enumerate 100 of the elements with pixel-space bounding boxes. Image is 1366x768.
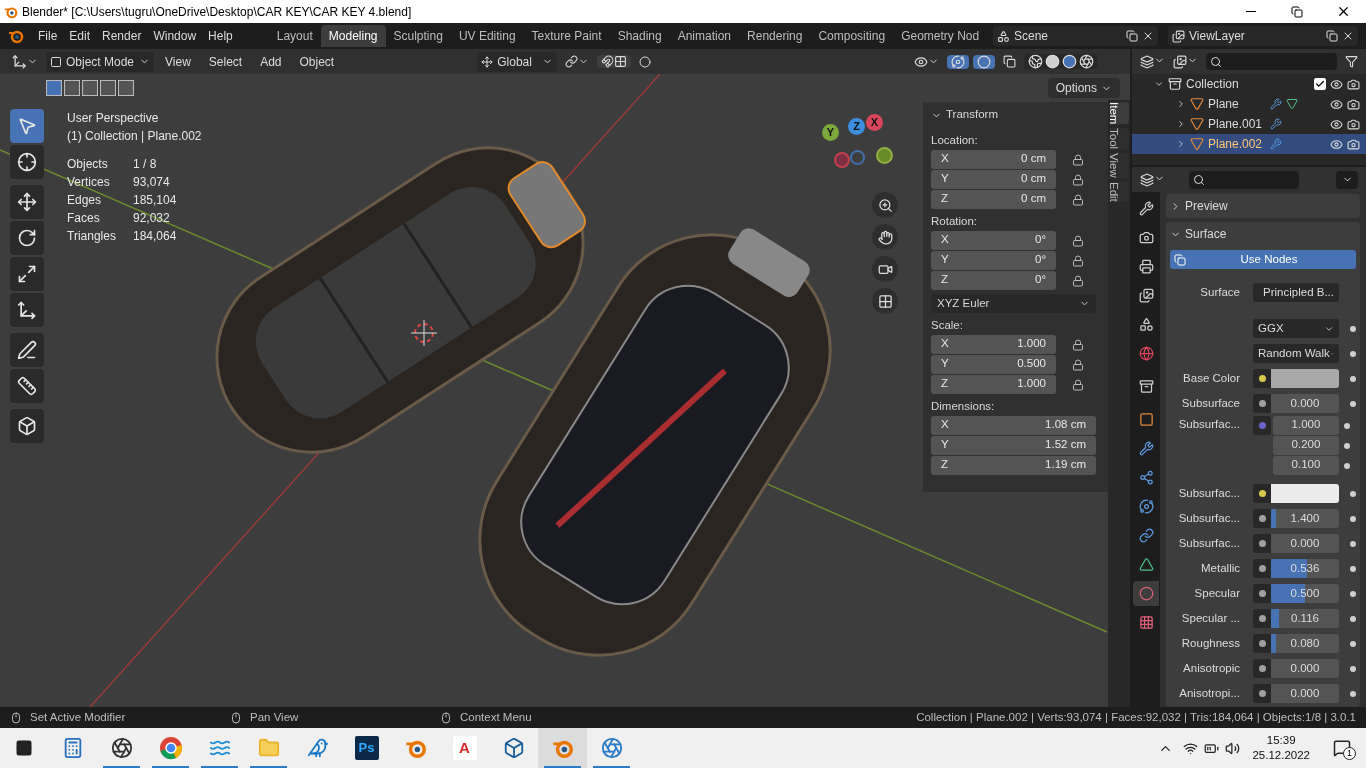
- slider-field[interactable]: 0.500: [1271, 584, 1339, 603]
- number-field[interactable]: Z 1.000: [931, 375, 1056, 394]
- overlay-button[interactable]: [973, 54, 995, 69]
- workspace-tab[interactable]: Modeling: [320, 25, 386, 47]
- lock-icon[interactable]: [1072, 254, 1084, 267]
- color-swatch[interactable]: [1271, 369, 1339, 388]
- tool-button[interactable]: [10, 293, 44, 327]
- workspace-tab[interactable]: Compositing: [810, 25, 894, 47]
- workspace-tab[interactable]: Rendering: [739, 25, 811, 47]
- navigation-button[interactable]: [872, 256, 898, 282]
- menu-item[interactable]: File: [32, 27, 64, 45]
- tool-button[interactable]: [10, 221, 44, 255]
- editor-type-button[interactable]: [1140, 54, 1165, 69]
- menu-item[interactable]: Help: [202, 27, 239, 45]
- color-swatch[interactable]: [1271, 484, 1339, 503]
- lock-icon[interactable]: [1072, 358, 1084, 371]
- number-field[interactable]: 1.000: [1273, 416, 1339, 435]
- search-field[interactable]: [1189, 170, 1299, 189]
- number-field[interactable]: X 0 cm: [931, 150, 1056, 169]
- tree-item[interactable]: Plane.002: [1208, 135, 1266, 153]
- tool-button[interactable]: [10, 333, 44, 367]
- slider-field[interactable]: 0.000: [1271, 534, 1339, 553]
- slider-field[interactable]: 0.000: [1271, 684, 1339, 703]
- eye-icon[interactable]: [1330, 117, 1343, 131]
- solid-sphere-icon[interactable]: [1045, 54, 1060, 69]
- menu-item[interactable]: Edit: [63, 27, 97, 45]
- eye-icon[interactable]: [1330, 97, 1343, 111]
- triangle-icon[interactable]: [1286, 98, 1298, 110]
- tree-item[interactable]: Plane: [1208, 95, 1266, 113]
- number-field[interactable]: X 0°: [931, 231, 1056, 250]
- preview-panel-header[interactable]: Preview: [1166, 194, 1360, 218]
- menu-item[interactable]: Object: [292, 52, 342, 71]
- clock[interactable]: 15:39 25.12.2022: [1252, 733, 1310, 763]
- select-mode-icon[interactable]: [118, 80, 134, 96]
- eye-icon[interactable]: [1330, 77, 1343, 91]
- navigation-button[interactable]: [872, 224, 898, 250]
- rotation-mode-dropdown[interactable]: XYZ Euler: [931, 294, 1096, 313]
- tool-button[interactable]: [10, 185, 44, 219]
- checkbox[interactable]: [1314, 78, 1326, 90]
- dropdown[interactable]: GGX: [1253, 319, 1339, 338]
- select-mode-icon[interactable]: [64, 80, 80, 96]
- mode-dropdown[interactable]: Object Mode: [46, 51, 154, 72]
- gizmo-button[interactable]: [947, 54, 969, 69]
- sidebar-tab[interactable]: Item: [1109, 102, 1129, 125]
- material-sphere-icon[interactable]: [1062, 54, 1077, 69]
- display-mode-button[interactable]: [1173, 54, 1198, 69]
- menu-item[interactable]: Add: [253, 52, 289, 71]
- scene-selector[interactable]: Scene: [993, 26, 1158, 46]
- use-nodes-button[interactable]: Use Nodes: [1170, 250, 1356, 269]
- number-field[interactable]: Y 1.52 cm: [931, 436, 1096, 455]
- slider-field[interactable]: 0.080: [1271, 634, 1339, 653]
- navigation-button[interactable]: [872, 288, 898, 314]
- workspace-tab[interactable]: UV Editing: [450, 25, 524, 47]
- speaker-icon[interactable]: [1225, 740, 1241, 756]
- lock-icon[interactable]: [1072, 234, 1084, 247]
- editor-type-button[interactable]: [1140, 172, 1165, 187]
- lock-icon[interactable]: [1072, 193, 1084, 206]
- camera-icon[interactable]: [1347, 97, 1360, 111]
- sidebar-tab[interactable]: Edit: [1109, 182, 1129, 203]
- menu-item[interactable]: Select: [201, 52, 250, 71]
- number-field[interactable]: Y 0°: [931, 251, 1056, 270]
- tree-row[interactable]: Plane.001: [1132, 114, 1366, 134]
- wrench-icon[interactable]: [1270, 118, 1282, 130]
- menu-item[interactable]: View: [158, 52, 198, 71]
- wifi-icon[interactable]: [1183, 740, 1199, 756]
- lock-icon[interactable]: [1072, 338, 1084, 351]
- taskbar-button[interactable]: Ps: [342, 728, 391, 768]
- camera-icon[interactable]: [1347, 137, 1360, 151]
- tool-button[interactable]: [10, 145, 44, 179]
- number-field[interactable]: 0.200: [1273, 436, 1339, 455]
- workspace-tab[interactable]: Layout: [268, 25, 321, 47]
- snap-button[interactable]: [597, 55, 632, 68]
- tool-button[interactable]: [10, 257, 44, 291]
- search-field[interactable]: [1206, 53, 1337, 70]
- notification-button[interactable]: 1: [1318, 728, 1366, 768]
- select-mode-icon[interactable]: [82, 80, 98, 96]
- menu-item[interactable]: Render: [96, 27, 148, 45]
- workspace-tab[interactable]: Animation: [669, 25, 740, 47]
- lock-icon[interactable]: [1072, 378, 1084, 391]
- shader-dropdown[interactable]: Principled B...: [1253, 283, 1339, 302]
- number-field[interactable]: Y 0.500: [931, 355, 1056, 374]
- lock-icon[interactable]: [1072, 173, 1084, 186]
- number-field[interactable]: X 1.000: [931, 335, 1056, 354]
- view-layer-selector[interactable]: ViewLayer: [1168, 26, 1358, 46]
- number-field[interactable]: 0.100: [1273, 456, 1339, 475]
- options-dropdown[interactable]: [1336, 170, 1358, 189]
- workspace-tab[interactable]: Shading: [609, 25, 670, 47]
- lock-icon[interactable]: [1072, 274, 1084, 287]
- number-field[interactable]: Y 0 cm: [931, 170, 1056, 189]
- slider-field[interactable]: 0.116: [1271, 609, 1339, 628]
- wrench-icon[interactable]: [1270, 98, 1282, 110]
- select-mode-icon[interactable]: [100, 80, 116, 96]
- filter-icon[interactable]: [1345, 55, 1358, 68]
- tool-button[interactable]: [10, 409, 44, 443]
- workspace-tab[interactable]: Texture Paint: [523, 25, 610, 47]
- tree-row[interactable]: Plane: [1132, 94, 1366, 114]
- orientation-dropdown[interactable]: Global: [477, 51, 558, 72]
- camera-icon[interactable]: [1347, 77, 1360, 91]
- tree-row[interactable]: Plane.002: [1132, 134, 1366, 154]
- eye-icon[interactable]: [1330, 137, 1343, 151]
